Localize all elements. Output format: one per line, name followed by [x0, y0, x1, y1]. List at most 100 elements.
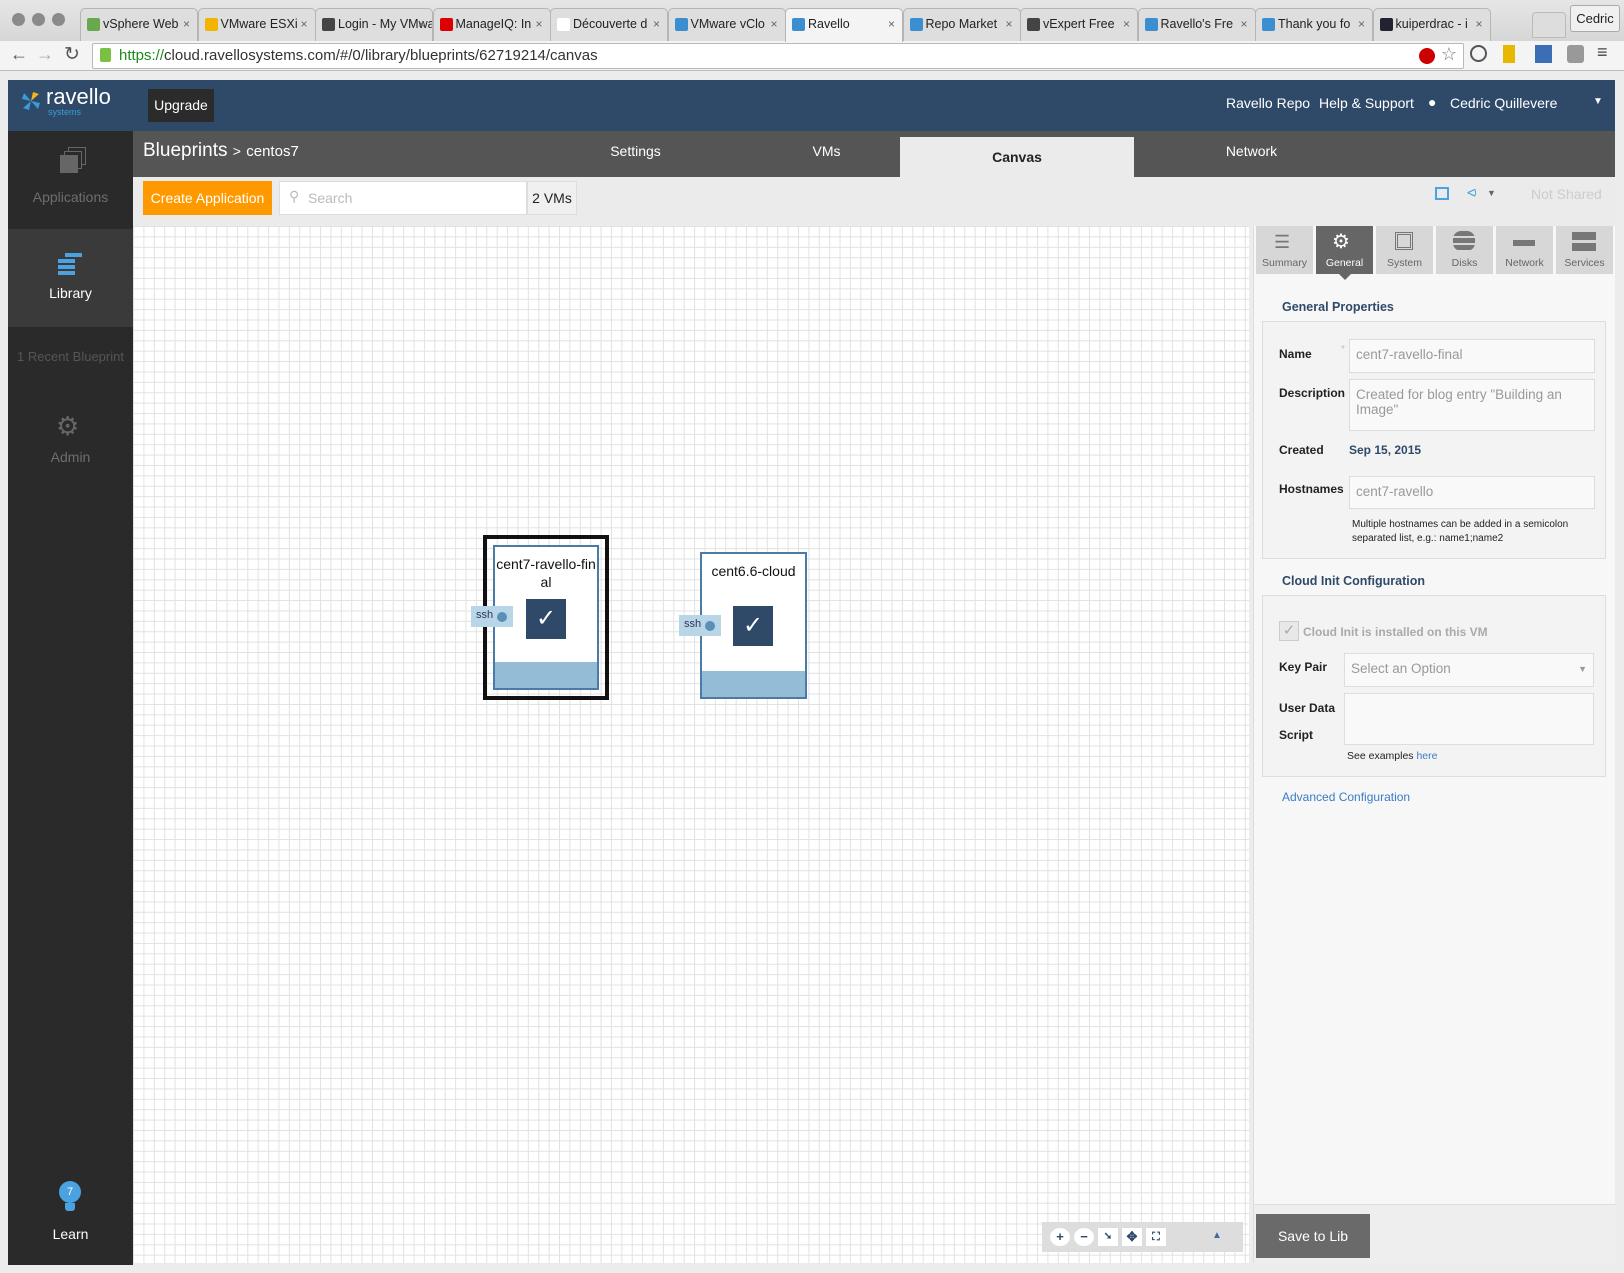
maximize-window-button[interactable]: [52, 13, 65, 26]
upgrade-button[interactable]: Upgrade: [148, 89, 214, 122]
share-dropdown-icon[interactable]: ▼: [1487, 188, 1496, 198]
sidebar-item-library[interactable]: Library: [8, 229, 133, 327]
tab-settings[interactable]: Settings: [518, 131, 753, 177]
close-tab-icon[interactable]: ×: [770, 17, 777, 31]
blueprint-canvas[interactable]: cent7-ravello-final ✓ ssh cent6.6-cloud …: [133, 226, 1249, 1263]
tab-title: VMware vClo: [691, 17, 765, 31]
browser-tab[interactable]: Repo Market ×: [903, 8, 1021, 41]
close-window-button[interactable]: [12, 13, 25, 26]
bookmark-star-icon[interactable]: ☆: [1441, 44, 1457, 65]
search-input[interactable]: ⚲ Search: [279, 181, 527, 215]
browser-tab[interactable]: vExpert Free×: [1020, 8, 1138, 41]
share-icon[interactable]: ⪦: [1467, 182, 1477, 202]
browser-tab[interactable]: VMware ESXi×: [198, 8, 316, 41]
close-tab-icon[interactable]: ×: [653, 17, 660, 31]
pan-tool-button[interactable]: ✥: [1122, 1228, 1142, 1246]
browser-tab[interactable]: ManageIQ: In×: [433, 8, 551, 41]
browser-tab[interactable]: VMware vClo ×: [668, 8, 786, 41]
learn-button[interactable]: 7 Learn: [8, 1181, 133, 1261]
active-tab-pointer: [1339, 274, 1351, 286]
close-tab-icon[interactable]: ×: [888, 17, 895, 31]
zoom-toolbar: + − ➘ ✥ ⛶ ▲: [1042, 1222, 1243, 1252]
tab-title: Ravello: [808, 17, 850, 31]
vm-status-check-icon: ✓: [526, 599, 566, 639]
tab-summary[interactable]: ☰Summary: [1256, 226, 1313, 274]
forward-icon[interactable]: →: [36, 44, 54, 65]
close-tab-icon[interactable]: ×: [1005, 17, 1012, 31]
extension-icon-2[interactable]: [1567, 45, 1584, 63]
summary-icon: ☰: [1274, 232, 1290, 253]
sidebar-item-recent-blueprint[interactable]: 1 Recent Blueprint: [8, 349, 133, 364]
download-icon[interactable]: [1535, 45, 1552, 63]
close-tab-icon[interactable]: ×: [1358, 17, 1365, 31]
user-dropdown-icon[interactable]: ▼: [1593, 96, 1603, 107]
close-tab-icon[interactable]: ×: [535, 17, 542, 31]
browser-tab[interactable]: kuiperdrac - i×: [1373, 8, 1491, 41]
browser-tab[interactable]: Découverte d×: [550, 8, 668, 41]
browser-tab[interactable]: vSphere Web×: [80, 8, 198, 41]
browser-tab[interactable]: Ravello's Fre×: [1138, 8, 1256, 41]
ravello-repo-link[interactable]: Ravello Repo: [1226, 95, 1310, 111]
zoom-out-button[interactable]: −: [1074, 1228, 1094, 1246]
breadcrumb: Blueprints > centos7: [143, 140, 299, 162]
hostnames-hint: Multiple hostnames can be added in a sem…: [1352, 518, 1568, 546]
help-support-link[interactable]: Help & Support: [1319, 95, 1414, 111]
close-tab-icon[interactable]: ×: [1123, 17, 1130, 31]
extension-icon[interactable]: [1503, 45, 1515, 63]
select-tool-button[interactable]: ➘: [1098, 1228, 1118, 1246]
userdata-textarea[interactable]: [1344, 693, 1594, 745]
examples-link[interactable]: here: [1416, 750, 1437, 762]
browser-tab[interactable]: Login - My VMware×: [315, 8, 433, 41]
sidebar-item-applications[interactable]: Applications: [8, 131, 133, 229]
hostnames-input[interactable]: cent7-ravello: [1349, 476, 1595, 509]
sidebar-item-admin[interactable]: ⚙ Admin: [8, 411, 133, 481]
user-menu[interactable]: Cedric Quillevere: [1450, 95, 1557, 111]
tab-general[interactable]: ⚙General: [1316, 226, 1373, 274]
tab-services[interactable]: Services: [1556, 226, 1613, 274]
tab-system[interactable]: System: [1376, 226, 1433, 274]
create-application-button[interactable]: Create Application: [143, 181, 272, 215]
description-textarea[interactable]: Created for blog entry "Building an Imag…: [1349, 379, 1595, 431]
description-label: Description: [1279, 386, 1345, 400]
fit-screen-button[interactable]: ⛶: [1146, 1228, 1166, 1246]
close-tab-icon[interactable]: ×: [1475, 17, 1482, 31]
browser-tab[interactable]: Ravello ×: [785, 8, 903, 42]
browser-tab[interactable]: Thank you fo×: [1255, 8, 1373, 41]
save-to-lib-button[interactable]: Save to Lib: [1256, 1214, 1370, 1258]
name-input[interactable]: cent7-ravello-final: [1349, 339, 1595, 373]
minimize-window-button[interactable]: [32, 13, 45, 26]
tab-canvas[interactable]: Canvas: [900, 137, 1134, 177]
advanced-configuration-link[interactable]: Advanced Configuration: [1282, 790, 1410, 804]
new-tab-button[interactable]: [1532, 12, 1566, 38]
breadcrumb-blueprints[interactable]: Blueprints: [143, 140, 228, 161]
zoom-in-button[interactable]: +: [1050, 1228, 1070, 1246]
close-tab-icon[interactable]: ×: [418, 17, 425, 31]
close-tab-icon[interactable]: ×: [300, 17, 307, 31]
back-icon[interactable]: ←: [10, 44, 28, 65]
tab-label: System: [1387, 257, 1422, 269]
profile-button[interactable]: Cedric: [1570, 5, 1620, 32]
cloud-init-checkbox[interactable]: ✓: [1279, 621, 1299, 641]
collapse-toolbar-icon[interactable]: ▲: [1212, 1230, 1222, 1241]
url-input[interactable]: https://cloud.ravellosystems.com/#/0/lib…: [92, 43, 1464, 69]
tab-network[interactable]: Network: [1496, 226, 1553, 274]
reload-icon[interactable]: ↻: [64, 43, 80, 66]
favicon-icon: [1380, 18, 1393, 31]
tab-title: Repo Market: [926, 17, 998, 31]
vm-name-wrap: al: [541, 574, 552, 590]
adblock-icon[interactable]: [1419, 48, 1435, 64]
browser-tab-bar: vSphere Web×VMware ESXi×Login - My VMwar…: [0, 0, 1624, 41]
close-tab-icon[interactable]: ×: [183, 17, 190, 31]
close-tab-icon[interactable]: ×: [1240, 17, 1247, 31]
tab-vms[interactable]: VMs: [753, 131, 900, 177]
password-manager-icon[interactable]: [1470, 45, 1487, 62]
userdata-label-2: Script: [1279, 728, 1313, 742]
tab-network[interactable]: Network: [1134, 131, 1369, 177]
sidebar-label: Admin: [8, 449, 133, 465]
service-ssh[interactable]: ssh: [679, 615, 721, 636]
tab-disks[interactable]: Disks: [1436, 226, 1493, 274]
menu-icon[interactable]: ≡: [1597, 42, 1608, 63]
service-ssh[interactable]: ssh: [471, 606, 513, 627]
keypair-select[interactable]: Select an Option▼: [1344, 653, 1594, 687]
edit-description-icon[interactable]: [1435, 187, 1449, 200]
